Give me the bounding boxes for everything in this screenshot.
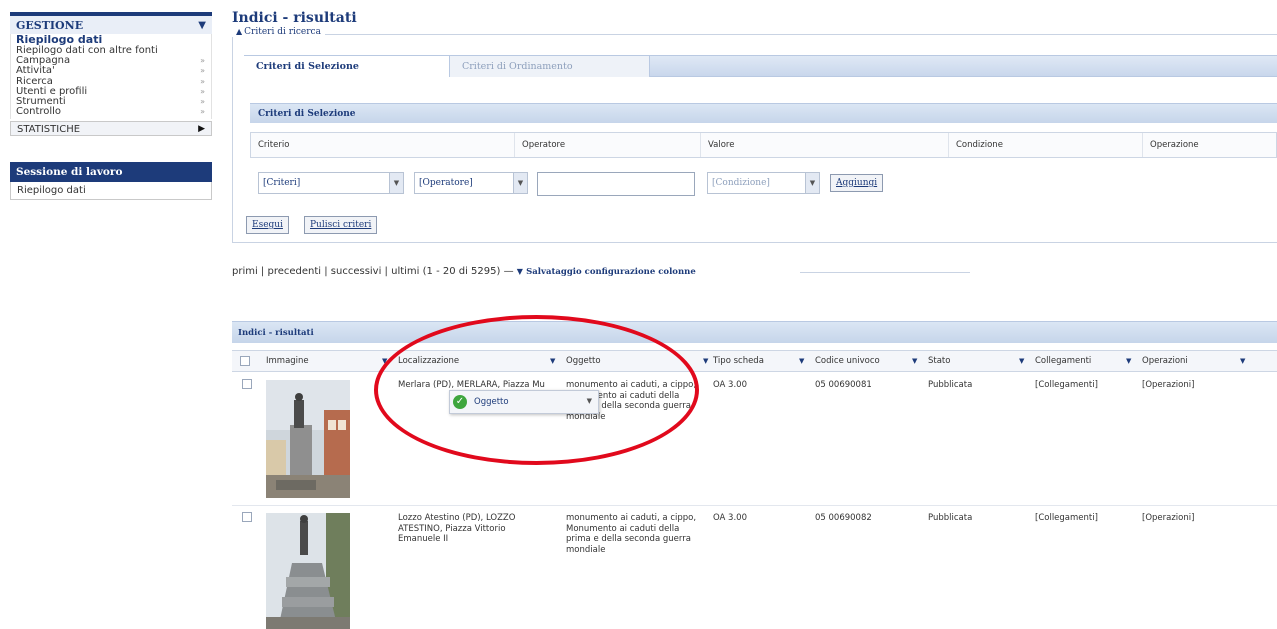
valore-input[interactable]	[537, 172, 695, 196]
criteri-select-value: [Criteri]	[263, 178, 301, 188]
menu-gestione-list: Riepilogo dati Riepilogo dati con altre …	[10, 34, 212, 120]
col-stato[interactable]: Stato	[928, 351, 950, 371]
select-all-checkbox[interactable]	[240, 356, 250, 366]
pulisci-label: Pulisci criteri	[310, 220, 372, 230]
operatore-select[interactable]: [Operatore] ▼	[414, 172, 528, 194]
monument-thumbnail[interactable]	[266, 513, 350, 629]
pager-links[interactable]: primi | precedenti | successivi | ultimi…	[232, 266, 500, 277]
triangle-down-icon[interactable]: ▼	[198, 20, 206, 31]
menu-gestione-title: GESTIONE	[16, 18, 84, 32]
page-title: Indici - risultati	[232, 10, 357, 26]
chevron-down-icon[interactable]: ▼	[389, 173, 403, 193]
monument-photo	[266, 513, 350, 629]
cell-tipo-scheda: OA 3.00	[713, 513, 747, 523]
col-operatore: Operatore	[515, 133, 701, 157]
pulisci-criteri-button[interactable]: Pulisci criteri	[304, 216, 378, 234]
row-divider	[232, 505, 1277, 506]
cell-tipo-scheda: OA 3.00	[713, 380, 747, 390]
pager-divider	[800, 272, 970, 273]
esegui-label: Esegui	[252, 220, 283, 230]
operatore-select-value: [Operatore]	[419, 178, 473, 188]
cell-codice-univoco: 05 00690082	[815, 513, 872, 523]
aggiungi-label: Aggiungi	[836, 178, 878, 188]
session-item-riepilogo-dati[interactable]: Riepilogo dati	[10, 182, 212, 201]
row-checkbox[interactable]	[242, 379, 252, 389]
triangle-right-icon: ▶	[198, 124, 205, 135]
aggiungi-button[interactable]: Aggiungi	[830, 174, 884, 192]
criteri-legend-label: Criteri di ricerca	[244, 27, 321, 37]
table-row[interactable]: Lozzo Atestino (PD), LOZZO ATESTINO, Pia…	[232, 507, 1277, 629]
monument-photo	[266, 380, 350, 498]
menu-item-label: Controllo	[16, 106, 62, 118]
col-collegamenti[interactable]: Collegamenti	[1035, 351, 1091, 371]
submenu-arrow-icon: »	[200, 76, 205, 86]
submenu-arrow-icon: »	[200, 96, 205, 106]
collegamenti-link[interactable]: [Collegamenti]	[1035, 513, 1098, 524]
criteri-legend[interactable]: ▲ Criteri di ricerca	[232, 27, 325, 37]
condizione-select-value: [Condizione]	[712, 178, 770, 188]
tab-criteri-ordinamento[interactable]: Criteri di Ordinamento	[450, 56, 650, 77]
criteria-controls: [Criteri] ▼ [Operatore] ▼ [Condizione] ▼…	[258, 172, 918, 196]
selection-columns-header: Criterio Operatore Valore Condizione Ope…	[250, 132, 1277, 158]
col-codice-univoco[interactable]: Codice univoco	[815, 351, 880, 371]
cell-oggetto: monumento ai caduti, a cippo, Monumento …	[566, 513, 697, 555]
monument-thumbnail[interactable]	[266, 380, 350, 498]
menu-statistiche[interactable]: STATISTICHE ▶	[10, 121, 212, 137]
criteri-select[interactable]: [Criteri] ▼	[258, 172, 404, 194]
pager-separator: —	[503, 266, 517, 277]
condizione-select[interactable]: [Condizione] ▼	[707, 172, 820, 194]
submenu-arrow-icon: »	[200, 56, 205, 66]
collapse-icon[interactable]: ▲	[236, 27, 242, 36]
chevron-down-icon[interactable]: ▼	[805, 173, 819, 193]
esegui-button[interactable]: Esegui	[246, 216, 289, 234]
col-valore: Valore	[701, 133, 949, 157]
annotation-ellipse	[374, 315, 699, 465]
session-header: Sessione di lavoro	[10, 162, 212, 183]
menu-statistiche-label: STATISTICHE	[17, 124, 81, 136]
col-operazioni[interactable]: Operazioni	[1142, 351, 1188, 371]
col-operazione: Operazione	[1150, 140, 1199, 150]
row-checkbox[interactable]	[242, 512, 252, 522]
sidebar: GESTIONE ▼ Riepilogo dati Riepilogo dati…	[10, 12, 212, 201]
cell-localizzazione: Lozzo Atestino (PD), LOZZO ATESTINO, Pia…	[398, 513, 516, 544]
collegamenti-link[interactable]: [Collegamenti]	[1035, 380, 1098, 391]
cell-stato: Pubblicata	[928, 513, 973, 523]
results-panel-title: Indici - risultati	[232, 321, 1277, 343]
expand-icon[interactable]: ▼	[517, 267, 523, 276]
col-immagine[interactable]: Immagine	[266, 351, 309, 371]
save-config-link[interactable]: Salvataggio configurazione colonne	[526, 267, 696, 277]
chevron-down-icon[interactable]: ▼	[513, 173, 527, 193]
criteria-tabbar: Criteri di Selezione Criteri di Ordiname…	[244, 55, 1277, 77]
cell-codice-univoco: 05 00690081	[815, 380, 872, 390]
cell-stato: Pubblicata	[928, 380, 973, 390]
selection-panel-title: Criteri di Selezione	[250, 103, 1277, 123]
pager: primi | precedenti | successivi | ultimi…	[232, 266, 696, 277]
operazioni-link[interactable]: [Operazioni]	[1142, 513, 1194, 524]
submenu-arrow-icon: »	[200, 66, 205, 76]
tab-criteri-selezione[interactable]: Criteri di Selezione	[244, 56, 450, 77]
col-criterio: Criterio	[251, 133, 515, 157]
col-condizione: Condizione	[949, 133, 1143, 157]
operazioni-link[interactable]: [Operazioni]	[1142, 380, 1194, 391]
menu-gestione-header[interactable]: GESTIONE ▼	[10, 12, 212, 34]
submenu-arrow-icon: »	[200, 86, 205, 96]
menu-item-controllo[interactable]: Controllo »	[16, 106, 205, 118]
submenu-arrow-icon: »	[200, 107, 205, 117]
col-tipo-scheda[interactable]: Tipo scheda	[713, 351, 764, 371]
